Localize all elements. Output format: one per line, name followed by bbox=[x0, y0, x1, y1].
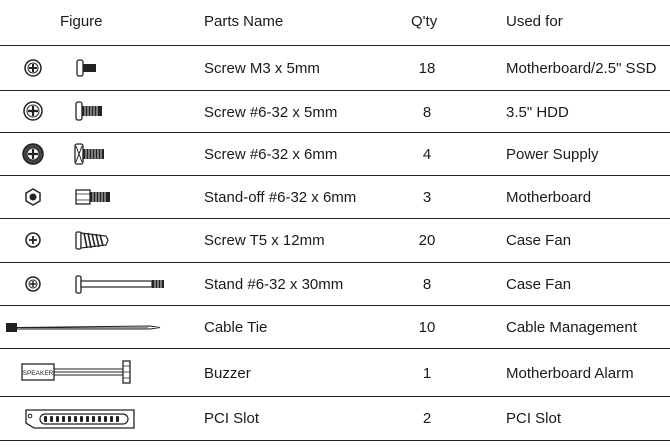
part-name: Screw T5 x 12mm bbox=[204, 232, 325, 249]
part-qty: 3 bbox=[422, 189, 432, 206]
part-name: PCI Slot bbox=[204, 410, 260, 427]
part-qty: 8 bbox=[422, 276, 432, 293]
part-name: Stand-off #6-32 x 6mm bbox=[204, 189, 357, 206]
header-figure: Figure bbox=[60, 13, 103, 30]
part-qty: 18 bbox=[418, 60, 436, 77]
divider bbox=[0, 440, 670, 441]
part-used-for: PCI Slot bbox=[506, 410, 562, 427]
part-used-for: Motherboard bbox=[506, 189, 592, 206]
table-row: Cable Tie 10 Cable Management bbox=[0, 306, 670, 348]
part-used-for: Case Fan bbox=[506, 276, 572, 293]
buzzer-label: SPEAKER bbox=[23, 370, 54, 377]
part-used-for: Motherboard Alarm bbox=[506, 365, 634, 382]
table-row: PCI Slot 2 PCI Slot bbox=[0, 397, 670, 440]
table-row: SPEAKER Buzzer 1 Motherboard Alarm bbox=[0, 349, 670, 396]
screw-t5-icon bbox=[0, 219, 190, 262]
header-qty: Q'ty bbox=[411, 13, 438, 30]
buzzer-icon: SPEAKER bbox=[0, 349, 190, 396]
part-qty: 20 bbox=[418, 232, 436, 249]
standoff-icon bbox=[0, 176, 190, 218]
part-name: Buzzer bbox=[204, 365, 251, 382]
part-qty: 8 bbox=[422, 104, 432, 121]
part-qty: 1 bbox=[422, 365, 432, 382]
part-used-for: Power Supply bbox=[506, 146, 599, 163]
part-used-for: Case Fan bbox=[506, 232, 572, 249]
part-used-for: Cable Management bbox=[506, 319, 637, 336]
table-header: Figure Parts Name Q'ty Used for bbox=[0, 0, 670, 45]
part-qty: 2 bbox=[422, 410, 432, 427]
part-name: Stand #6-32 x 30mm bbox=[204, 276, 344, 293]
cable-tie-icon bbox=[0, 306, 190, 348]
table-row: Screw T5 x 12mm 20 Case Fan bbox=[0, 219, 670, 262]
part-used-for: Motherboard/2.5" SSD bbox=[506, 60, 657, 77]
screw-m3-icon bbox=[0, 46, 190, 90]
screw-6-32-6mm-icon bbox=[0, 133, 190, 175]
stand-30mm-icon bbox=[0, 263, 190, 305]
header-used-for: Used for bbox=[506, 13, 563, 30]
part-name: Screw M3 x 5mm bbox=[204, 60, 320, 77]
part-name: Screw #6-32 x 5mm bbox=[204, 104, 338, 121]
table-row: Screw #6-32 x 5mm 8 3.5" HDD bbox=[0, 91, 670, 132]
table-row: Stand-off #6-32 x 6mm 3 Motherboard bbox=[0, 176, 670, 218]
part-used-for: 3.5" HDD bbox=[506, 104, 569, 121]
part-qty: 4 bbox=[422, 146, 432, 163]
part-name: Screw #6-32 x 6mm bbox=[204, 146, 338, 163]
table-row: Stand #6-32 x 30mm 8 Case Fan bbox=[0, 263, 670, 305]
screw-6-32-5mm-icon bbox=[0, 91, 190, 132]
pci-slot-icon bbox=[0, 397, 190, 440]
part-name: Cable Tie bbox=[204, 319, 268, 336]
table-row: Screw #6-32 x 6mm 4 Power Supply bbox=[0, 133, 670, 175]
table-row: Screw M3 x 5mm 18 Motherboard/2.5" SSD bbox=[0, 46, 670, 90]
header-parts-name: Parts Name bbox=[204, 13, 284, 30]
part-qty: 10 bbox=[418, 319, 436, 336]
